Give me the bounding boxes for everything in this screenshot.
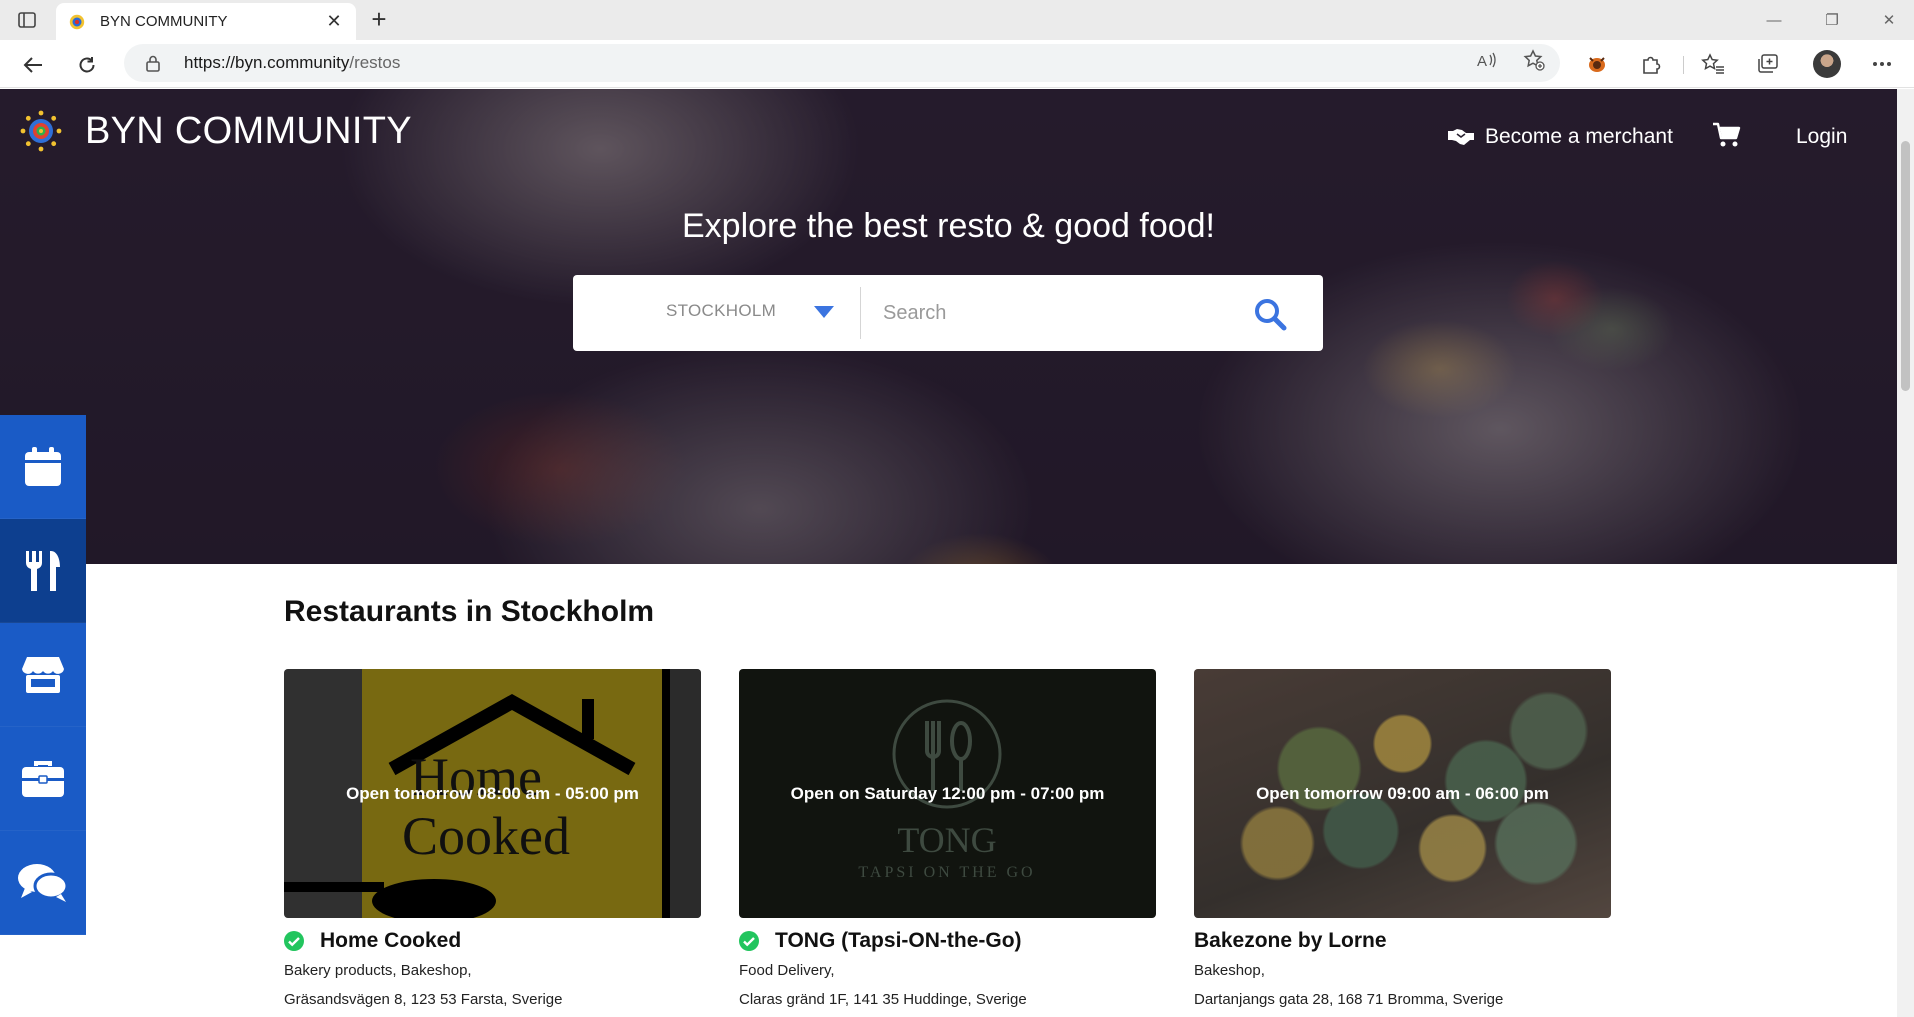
more-menu-icon[interactable] <box>1869 51 1895 77</box>
city-select[interactable]: STOCKHOLM <box>573 275 859 351</box>
restaurant-categories: Bakeshop, <box>1194 962 1265 979</box>
search-box: STOCKHOLM <box>573 275 1323 351</box>
dock-restos[interactable] <box>0 519 86 623</box>
window-restore-button[interactable]: ❐ <box>1809 6 1855 34</box>
restaurant-name[interactable]: Bakezone by Lorne <box>1194 929 1387 953</box>
become-merchant-link[interactable]: Become a merchant <box>1447 125 1673 149</box>
new-tab-button[interactable]: + <box>366 6 392 33</box>
verified-check-icon <box>284 931 304 951</box>
browser-tab[interactable]: BYN COMMUNITY ✕ <box>56 3 356 40</box>
brand-name: BYN COMMUNITY <box>85 109 412 152</box>
cart-icon <box>1713 122 1741 147</box>
search-button[interactable] <box>1253 297 1287 331</box>
url-path: /restos <box>349 53 401 72</box>
side-dock <box>0 415 86 935</box>
become-merchant-label: Become a merchant <box>1485 125 1673 148</box>
restaurant-name-row: Home Cooked <box>284 928 701 954</box>
scrollbar-thumb[interactable] <box>1901 141 1910 391</box>
collections-icon[interactable] <box>1755 51 1781 77</box>
handshake-icon <box>1447 127 1475 147</box>
browser-tab-strip: BYN COMMUNITY ✕ + — ❐ ✕ <box>0 0 1914 40</box>
restaurant-address: Claras gränd 1F, 141 35 Huddinge, Sverig… <box>739 991 1027 1008</box>
url-host: https://byn.community <box>184 53 350 72</box>
store-icon <box>22 656 64 693</box>
search-input[interactable] <box>883 291 1243 335</box>
utensils-icon <box>25 550 60 591</box>
search-icon <box>1255 299 1287 331</box>
cart-button[interactable] <box>1712 122 1742 148</box>
svg-text:A: A <box>1477 53 1487 69</box>
dock-stores[interactable] <box>0 623 86 727</box>
restaurant-categories: Bakery products, Bakeshop, <box>284 962 472 979</box>
reload-icon <box>79 57 95 73</box>
restaurant-name-row: TONG (Tapsi-ON-the-Go) <box>739 928 1156 954</box>
restaurant-name[interactable]: Home Cooked <box>320 929 461 953</box>
login-link[interactable]: Login <box>1796 125 1847 149</box>
site-favicon-icon <box>69 14 85 29</box>
read-aloud-icon[interactable]: A <box>1476 49 1498 71</box>
briefcase-icon <box>22 760 64 797</box>
window-close-button[interactable]: ✕ <box>1866 6 1912 34</box>
verified-check-icon <box>739 931 759 951</box>
calendar-icon <box>25 446 61 486</box>
dock-services[interactable] <box>0 727 86 831</box>
dock-chat[interactable] <box>0 831 86 935</box>
brand[interactable]: BYN COMMUNITY <box>19 109 412 153</box>
opening-hours: Open tomorrow 08:00 am - 05:00 pm <box>346 783 639 803</box>
restaurant-address: Dartanjangs gata 28, 168 71 Bromma, Sver… <box>1194 991 1504 1008</box>
profile-avatar[interactable] <box>1813 50 1841 78</box>
hero-title: Explore the best resto & good food! <box>681 207 1215 245</box>
restaurant-image[interactable]: Open tomorrow 09:00 am - 06:00 pm <box>1194 669 1611 918</box>
opening-hours: Open tomorrow 09:00 am - 06:00 pm <box>1256 783 1549 803</box>
tab-actions-icon[interactable] <box>14 9 40 31</box>
chat-icon <box>18 863 69 902</box>
lock-icon <box>146 54 164 72</box>
favorites-icon[interactable] <box>1700 51 1726 77</box>
window-minimize-button[interactable]: — <box>1751 6 1797 34</box>
brand-logo-icon <box>20 110 62 152</box>
restaurant-image[interactable]: TONG TAPSI ON THE GO Open on Saturday 12… <box>739 669 1156 918</box>
page-viewport: BYN COMMUNITY Become a merchant Login Ex… <box>0 89 1897 1017</box>
dock-events[interactable] <box>0 415 86 519</box>
city-select-value: STOCKHOLM <box>666 301 777 320</box>
toolbar-separator <box>1683 56 1684 74</box>
restaurant-name-row: Bakezone by Lorne <box>1194 928 1611 954</box>
back-button[interactable] <box>16 48 50 82</box>
section-title: Restaurants in Stockholm <box>284 595 655 628</box>
restaurant-image[interactable]: Home Cooked Open tomorrow 08:00 am - 05:… <box>284 669 701 918</box>
reload-button[interactable] <box>70 48 104 82</box>
browser-toolbar: https://byn.community/restos A <box>0 40 1914 88</box>
restaurant-name[interactable]: TONG (Tapsi-ON-the-Go) <box>775 929 1022 953</box>
back-arrow-icon <box>23 57 42 73</box>
tab-close-icon[interactable]: ✕ <box>324 11 344 32</box>
caret-down-icon <box>814 306 834 318</box>
restaurant-categories: Food Delivery, <box>739 962 835 979</box>
add-favorite-icon[interactable] <box>1523 49 1545 71</box>
extensions-puzzle-icon[interactable] <box>1638 51 1664 77</box>
restaurant-card[interactable]: TONG TAPSI ON THE GO Open on Saturday 12… <box>739 669 1156 1008</box>
restaurant-address: Gräsandsvägen 8, 123 53 Farsta, Sverige <box>284 991 563 1008</box>
restaurant-card[interactable]: Home Cooked Open tomorrow 08:00 am - 05:… <box>284 669 701 1008</box>
restaurant-card[interactable]: Open tomorrow 09:00 am - 06:00 pm Bakezo… <box>1194 669 1611 1008</box>
tab-title: BYN COMMUNITY <box>100 13 228 30</box>
search-divider <box>860 287 861 339</box>
address-bar[interactable]: https://byn.community/restos <box>124 44 1560 82</box>
opening-hours: Open on Saturday 12:00 pm - 07:00 pm <box>790 783 1105 803</box>
page-scrollbar[interactable] <box>1897 89 1914 1017</box>
hero-banner: BYN COMMUNITY Become a merchant Login Ex… <box>0 89 1897 564</box>
extension-bug-icon[interactable] <box>1584 51 1610 77</box>
